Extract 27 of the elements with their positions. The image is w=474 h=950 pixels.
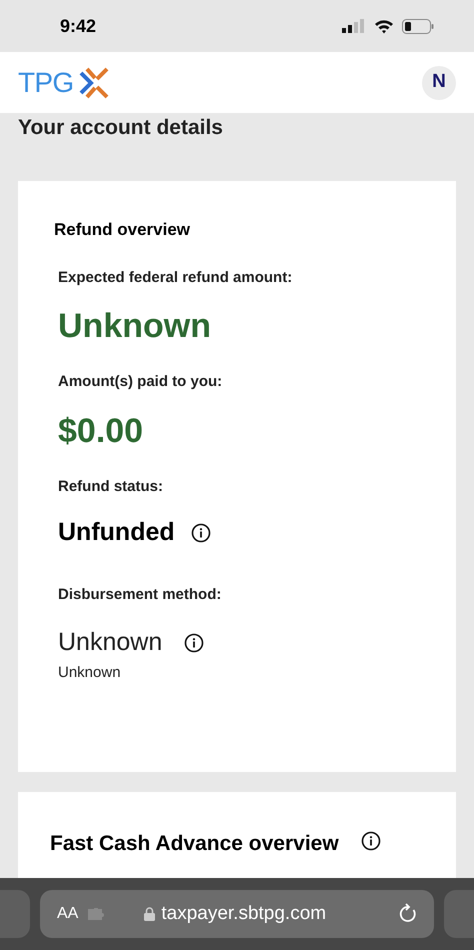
field-detail: Unknown (57, 662, 122, 682)
field-label: Expected federal refund amount: (57, 268, 294, 288)
field-value: Unknown (58, 627, 162, 658)
card-title: Fast Cash Advance overview (50, 831, 339, 857)
field-label: Refund status: (57, 476, 164, 496)
status-time: 9:42 (60, 14, 96, 38)
card-title: Refund overview (54, 219, 192, 241)
text-size-button[interactable]: AA (57, 902, 78, 926)
logo-icon (77, 66, 112, 98)
field-value: Unfunded (58, 517, 175, 548)
info-icon[interactable] (190, 522, 211, 543)
field-label: Disbursement method: (57, 584, 222, 604)
signal-icon (342, 19, 366, 33)
page-title: Your account details (18, 115, 223, 142)
field-value: $0.00 (57, 410, 144, 452)
reload-icon[interactable] (398, 903, 418, 925)
address-bar[interactable]: AA taxpayer.sbtpg.com (40, 890, 434, 938)
battery-icon (402, 18, 434, 34)
wifi-icon (374, 18, 394, 34)
lock-icon (144, 907, 156, 921)
field-label: Amount(s) paid to you: (57, 372, 224, 392)
info-icon[interactable] (184, 632, 204, 653)
field-value: Unknown (57, 306, 212, 347)
logo-text[interactable]: TPG (18, 62, 74, 104)
url-text: taxpayer.sbtpg.com (161, 902, 326, 926)
user-avatar[interactable]: N (422, 66, 456, 100)
info-icon[interactable] (360, 831, 381, 851)
